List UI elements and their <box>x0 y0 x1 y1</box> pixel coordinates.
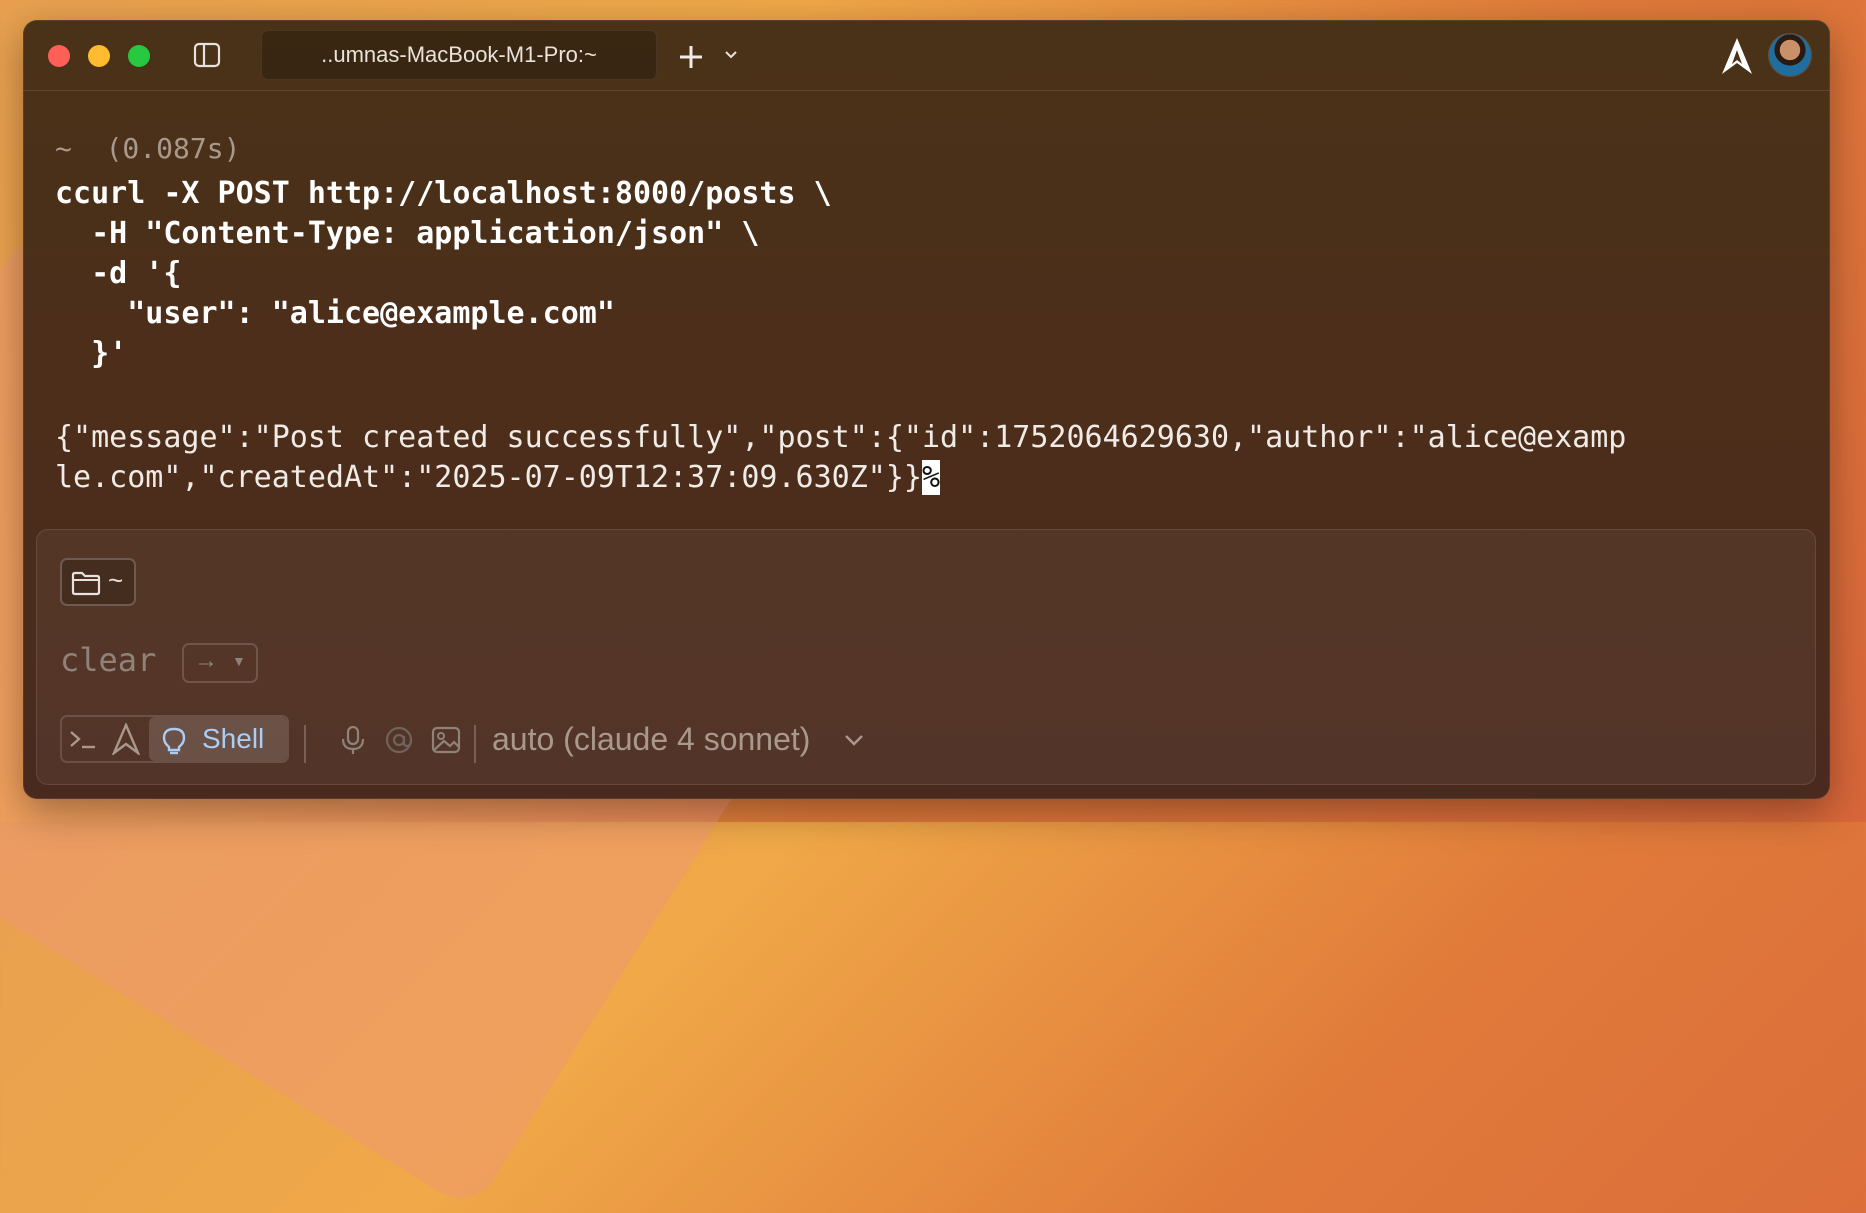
no-newline-marker: % <box>921 460 941 495</box>
working-directory-chip[interactable]: ~ <box>60 558 136 606</box>
command-output[interactable]: {"message":"Post created successfully","… <box>55 418 1626 498</box>
caret-down-icon: ▼ <box>232 653 246 669</box>
title-bar: ..umnas-MacBook-M1-Pro:~ <box>23 20 1830 91</box>
executed-command[interactable]: ccurl -X POST http://localhost:8000/post… <box>55 174 832 374</box>
command-duration: (0.087s) <box>105 132 241 165</box>
image-attach-icon[interactable] <box>431 725 461 755</box>
chevron-down-icon[interactable] <box>724 48 738 62</box>
shell-mode-button[interactable]: Shell <box>149 717 287 761</box>
terminal-tab[interactable]: ..umnas-MacBook-M1-Pro:~ <box>261 30 657 80</box>
command-line: -d '{ <box>55 256 182 291</box>
prompt-directory: ~ <box>55 132 72 165</box>
command-line: -H "Content-Type: application/json" \ <box>55 216 760 251</box>
agent-mode-icon[interactable] <box>112 723 140 755</box>
lightbulb-icon <box>162 727 186 755</box>
shell-mode-label: Shell <box>202 723 265 754</box>
command-line: }' <box>55 336 128 371</box>
output-line: {"message":"Post created successfully","… <box>55 420 1627 455</box>
output-text: le.com","createdAt":"2025-07-09T12:37:09… <box>55 460 922 495</box>
input-mode-switcher: Shell <box>60 715 289 763</box>
user-avatar[interactable] <box>1769 34 1811 76</box>
sidebar-toggle-icon[interactable] <box>193 42 221 68</box>
folder-icon <box>71 571 101 596</box>
close-window-button[interactable] <box>48 45 70 67</box>
model-selector[interactable]: auto (claude 4 sonnet) <box>492 715 810 763</box>
new-tab-plus-icon[interactable] <box>678 44 704 70</box>
minimize-window-button[interactable] <box>88 45 110 67</box>
arrow-right-icon: → <box>194 647 218 674</box>
microphone-icon[interactable] <box>338 725 368 755</box>
autosuggestion-text: clear <box>60 641 157 679</box>
terminal-window: ..umnas-MacBook-M1-Pro:~ ~ (0.087s) ccur… <box>23 20 1830 799</box>
command-input-panel[interactable]: ~ clear → ▼ Shell auto (claude 4 sonnet) <box>36 529 1816 785</box>
output-line: le.com","createdAt":"2025-07-09T12:37:09… <box>55 458 1626 498</box>
agent-logo-icon[interactable] <box>1720 36 1754 76</box>
toolbar-divider <box>474 725 476 763</box>
command-line: ccurl -X POST http://localhost:8000/post… <box>55 176 832 211</box>
zoom-window-button[interactable] <box>128 45 150 67</box>
command-line: "user": "alice@example.com" <box>55 296 615 331</box>
block-header: ~ (0.087s) <box>55 132 240 165</box>
chevron-down-icon[interactable] <box>844 733 864 747</box>
terminal-prompt-icon[interactable] <box>68 727 98 751</box>
toolbar-divider <box>304 725 306 763</box>
working-directory-label: ~ <box>108 565 124 595</box>
at-mention-icon[interactable] <box>384 725 414 755</box>
accept-suggestion-button[interactable]: → ▼ <box>182 643 258 683</box>
